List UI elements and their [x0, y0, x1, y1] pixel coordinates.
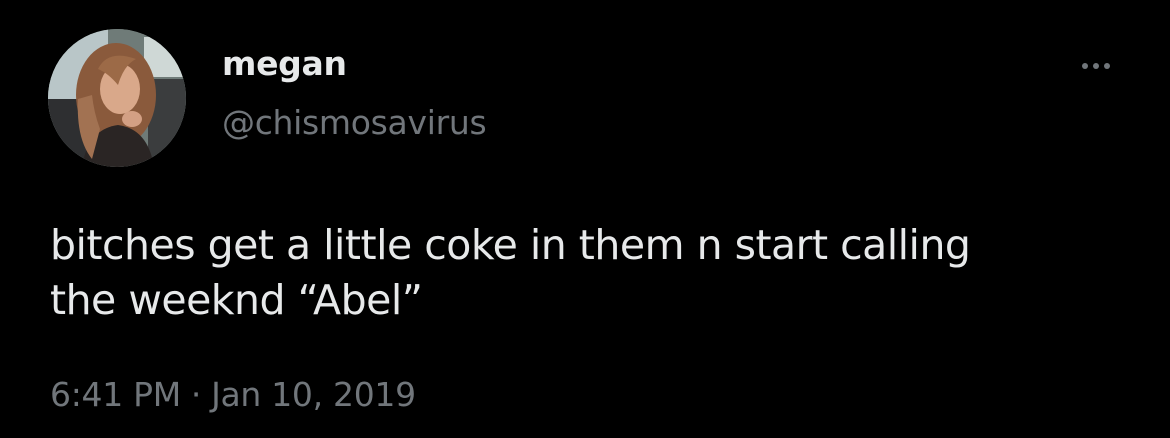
more-horizontal-icon	[1082, 63, 1088, 69]
meta-separator: ·	[190, 375, 202, 414]
author-handle[interactable]: @chismosavirus	[222, 101, 487, 145]
tweet-text: bitches get a little coke in them n star…	[50, 221, 971, 324]
author-display-name[interactable]: megan	[222, 42, 347, 86]
more-horizontal-icon	[1093, 63, 1099, 69]
tweet-card: megan @chismosavirus bitches get a littl…	[0, 0, 1170, 438]
tweet-timestamp[interactable]: 6:41 PM · Jan 10, 2019	[50, 373, 416, 417]
more-options-button[interactable]	[1072, 50, 1120, 82]
avatar[interactable]	[48, 29, 186, 167]
more-horizontal-icon	[1104, 63, 1110, 69]
tweet-date: Jan 10, 2019	[211, 375, 416, 414]
tweet-time: 6:41 PM	[50, 375, 181, 414]
profile-photo-icon	[48, 29, 186, 167]
